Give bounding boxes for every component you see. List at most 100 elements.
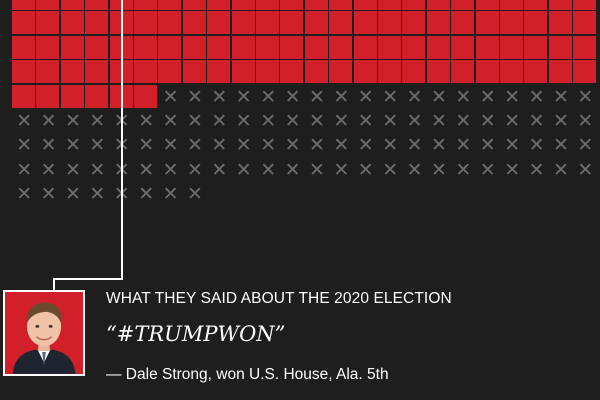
filled-square [304,60,328,84]
filled-square [158,11,182,35]
filled-square [329,11,353,35]
x-mark-icon: ✕ [235,134,252,157]
x-mark-icon: ✕ [211,85,228,108]
x-mark-icon: ✕ [382,110,399,132]
filled-square [182,35,206,59]
filled-square [231,35,255,59]
quote-text: “#TRUMPWON” [106,322,286,346]
x-mark-icon: ✕ [479,134,496,157]
filled-square [85,84,109,108]
filled-square [12,0,35,10]
x-mark-icon: ✕ [308,158,325,181]
filled-square [426,35,450,59]
filled-square [524,60,548,84]
filled-square [573,35,597,59]
x-mark-icon: ✕ [552,85,569,108]
caption-heading: WHAT THEY SAID ABOUT THE 2020 ELECTION [106,290,452,307]
x-mark-icon: ✕ [284,158,301,181]
x-mark-icon: ✕ [16,110,33,132]
x-mark-icon: ✕ [211,110,228,132]
filled-square [378,60,401,84]
x-mark-icon: ✕ [284,110,301,132]
x-mark-icon: ✕ [186,158,203,181]
filled-square [36,84,60,108]
filled-square [60,11,84,35]
x-mark-icon: ✕ [406,134,423,157]
x-mark-icon: ✕ [40,183,57,206]
filled-square [500,0,523,10]
x-mark-icon: ✕ [89,183,106,206]
x-mark-icon: ✕ [16,183,33,206]
filled-square [475,0,499,10]
filled-square [134,11,157,35]
x-mark-icon: ✕ [260,134,277,157]
filled-square [12,11,35,35]
filled-square [475,35,499,59]
filled-square [158,60,182,84]
x-mark-icon: ✕ [406,158,423,181]
x-mark-icon: ✕ [89,158,106,181]
x-mark-icon: ✕ [64,183,81,206]
x-mark-icon: ✕ [162,85,179,108]
x-mark-icon: ✕ [455,110,472,132]
x-mark-icon: ✕ [16,158,33,181]
filled-square [12,35,35,59]
filled-square [353,0,377,10]
x-mark-icon: ✕ [504,110,521,132]
filled-square [158,35,182,59]
x-mark-icon: ✕ [260,85,277,108]
waffle-grid: ✕ ✕ ✕ ✕ ✕ ✕ ✕ ✕ ✕ ✕ ✕ ✕ ✕ ✕ ✕ ✕ ✕ ✕ ✕ ✕ ✕ ✕ ✕ ✕ ✕ ✕ ✕ ✕ ✕ ✕ ✕ ✕ ✕ ✕ ✕ ✕ ✕ ✕ ✕ ✕… [0,0,600,260]
filled-square [256,0,279,10]
x-mark-icon: ✕ [357,134,374,157]
filled-square [231,0,255,10]
filled-square [280,60,304,84]
filled-square [500,35,523,59]
filled-square [524,0,548,10]
filled-square [85,11,109,35]
filled-square [85,35,109,59]
leader-line-drop [53,278,55,290]
x-mark-icon: ✕ [430,158,447,181]
quote-attribution: — Dale Strong, won U.S. House, Ala. 5th [106,366,389,383]
x-mark-icon: ✕ [333,134,350,157]
filled-square [548,0,572,10]
filled-square [378,0,401,10]
x-mark-icon: ✕ [479,110,496,132]
filled-square [85,60,109,84]
x-mark-icon: ✕ [479,158,496,181]
x-mark-icon: ✕ [552,134,569,157]
x-mark-icon: ✕ [64,158,81,181]
leader-line-horizontal [53,278,123,280]
filled-square [402,0,426,10]
x-mark-icon: ✕ [235,110,252,132]
x-mark-icon: ✕ [333,85,350,108]
x-mark-icon: ✕ [64,110,81,132]
x-mark-icon: ✕ [455,158,472,181]
filled-square [256,11,279,35]
x-mark-icon: ✕ [308,110,325,132]
x-mark-icon: ✕ [284,85,301,108]
x-mark-icon: ✕ [577,158,594,181]
portrait-photo [3,290,85,376]
filled-square [182,60,206,84]
filled-square [60,0,84,10]
x-mark-icon: ✕ [357,158,374,181]
filled-square [524,11,548,35]
x-mark-icon: ✕ [455,85,472,108]
filled-square [451,0,475,10]
filled-square [426,0,450,10]
filled-square [548,35,572,59]
x-mark-icon: ✕ [406,85,423,108]
x-mark-icon: ✕ [504,85,521,108]
x-mark-icon: ✕ [260,158,277,181]
filled-square [60,60,84,84]
filled-square [134,84,157,108]
x-mark-icon: ✕ [138,158,155,181]
x-mark-icon: ✕ [504,134,521,157]
filled-square [304,11,328,35]
x-mark-icon: ✕ [479,85,496,108]
filled-square [12,60,35,84]
x-mark-icon: ✕ [577,110,594,132]
x-mark-icon: ✕ [382,134,399,157]
x-mark-icon: ✕ [382,85,399,108]
